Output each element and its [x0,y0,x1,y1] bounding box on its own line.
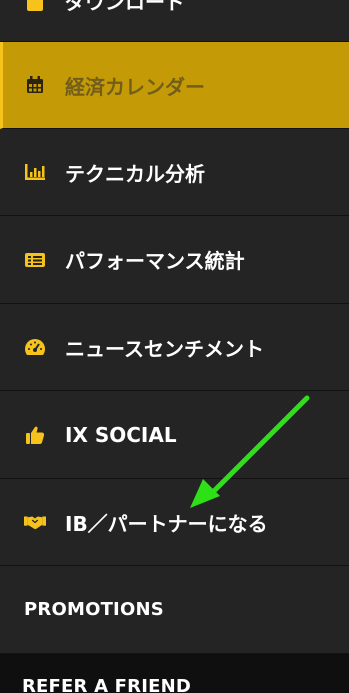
menu-item-news-sentiment[interactable]: ニュースセンチメント [0,304,349,391]
gauge-icon [24,336,46,358]
menu-item-economic-calendar[interactable]: 経済カレンダー [0,42,349,129]
menu-item-label: テクニカル分析 [65,161,205,186]
menu-item-become-partner[interactable]: IB／パートナーになる [0,479,349,566]
menu-item-technical-analysis[interactable]: テクニカル分析 [0,129,349,216]
menu-item-performance-stats[interactable]: パフォーマンス統計 [0,216,349,304]
menu-item-label: IB／パートナーになる [65,511,268,536]
menu-item-label: ニュースセンチメント [65,336,264,361]
sidebar-menu: ダウンロード 経済カレンダー テクニカル分析 パフォーマンス統計 ニュースセンチ… [0,0,349,693]
menu-item-label: パフォーマンス統計 [65,249,245,273]
menu-item-label: IX SOCIAL [65,422,177,447]
thumbs-up-icon [24,424,46,446]
stats-card-icon [24,249,46,271]
menu-item-refer-a-friend[interactable]: REFER A FRIEND [0,654,349,693]
menu-item-promotions[interactable]: PROMOTIONS [0,566,349,654]
menu-item-label: REFER A FRIEND [22,676,192,693]
download-icon [24,0,46,14]
calendar-icon [24,74,46,96]
handshake-icon [24,511,46,533]
menu-item-download[interactable]: ダウンロード [0,0,349,42]
menu-item-label: ダウンロード [65,0,185,14]
menu-item-ix-social[interactable]: IX SOCIAL [0,391,349,479]
bar-chart-icon [24,161,46,183]
menu-item-label: PROMOTIONS [24,599,164,620]
menu-item-label: 経済カレンダー [65,74,205,99]
